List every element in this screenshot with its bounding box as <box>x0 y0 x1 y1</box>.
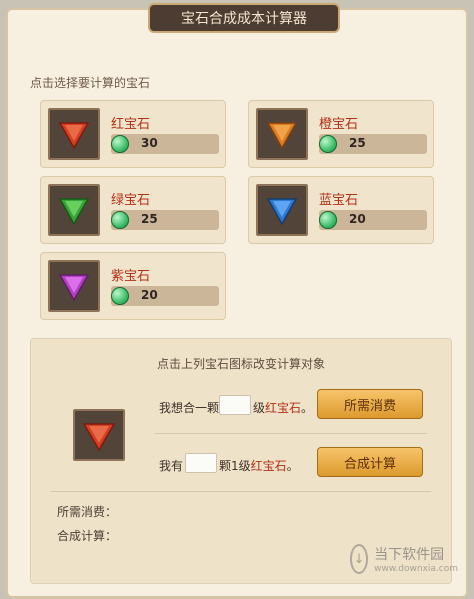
jade-icon <box>111 135 129 153</box>
gem-name: 橙宝石 <box>319 117 359 132</box>
blue-gem-icon <box>266 198 298 226</box>
watermark-main: 当下软件园 <box>374 547 445 563</box>
synthesis-button[interactable]: 合成计算 <box>317 447 423 477</box>
jade-icon <box>111 211 129 229</box>
gem-cost: 25 <box>349 136 366 150</box>
result-cost-label: 所需消费： <box>57 505 118 519</box>
owned-count-input[interactable] <box>185 453 217 473</box>
jade-icon <box>319 135 337 153</box>
gem-name: 红宝石 <box>111 117 151 132</box>
watermark-text: 当下软件园 www.downxia.com <box>374 544 458 574</box>
gem-cost-bar: 20 <box>111 286 219 306</box>
gem-icon-box[interactable] <box>256 108 308 160</box>
purple-gem-icon <box>58 274 90 302</box>
jade-icon <box>319 211 337 229</box>
selected-gem-box <box>73 409 125 461</box>
download-logo-icon: ↓ <box>350 544 369 574</box>
result-synth-label: 合成计算： <box>57 529 118 543</box>
page-title: 宝石合成成本计算器 <box>148 3 340 33</box>
gem-icon-box[interactable] <box>256 184 308 236</box>
calc-title: 点击上列宝石图标改变计算对象 <box>156 357 325 371</box>
line2-prefix: 我有 <box>159 459 184 473</box>
line2-suffix: 颗1级 <box>219 459 251 473</box>
gem-cost-bar: 20 <box>319 210 427 230</box>
owned-count-suffix: 颗1级红宝石。 <box>219 457 299 474</box>
gem-cost: 20 <box>141 288 158 302</box>
line2-gem: 红宝石 <box>250 459 287 473</box>
line2-end: 。 <box>286 459 299 473</box>
site-watermark: ↓ 当下软件园 www.downxia.com <box>350 537 458 581</box>
panel-divider-bottom <box>51 491 431 492</box>
panel-divider <box>155 433 427 434</box>
gem-card-red[interactable]: 红宝石 30 <box>40 100 226 168</box>
target-level-line: 我想合一颗 <box>159 399 219 416</box>
gem-card-green[interactable]: 绿宝石 25 <box>40 176 226 244</box>
cost-button[interactable]: 所需消费 <box>317 389 423 419</box>
gem-icon-box[interactable] <box>48 260 100 312</box>
gem-card-blue[interactable]: 蓝宝石 20 <box>248 176 434 244</box>
orange-gem-icon <box>266 122 298 150</box>
gem-cost: 20 <box>349 212 366 226</box>
synthesis-button-label: 合成计算 <box>343 456 396 472</box>
gem-name: 紫宝石 <box>111 269 151 284</box>
line1-end: 。 <box>301 401 314 415</box>
gem-cost-bar: 25 <box>111 210 219 230</box>
owned-count-line: 我有 <box>159 457 183 474</box>
gem-icon-box[interactable] <box>48 108 100 160</box>
gem-name: 蓝宝石 <box>319 193 359 208</box>
gem-cost-bar: 30 <box>111 134 219 154</box>
watermark-sub: www.downxia.com <box>374 564 458 574</box>
page-title-label: 宝石合成成本计算器 <box>181 11 307 27</box>
gem-section-title: 点击选择要计算的宝石 <box>30 76 151 90</box>
red-gem-icon <box>58 122 90 150</box>
cost-button-label: 所需消费 <box>343 398 396 414</box>
line1-prefix: 我想合一颗 <box>159 401 220 415</box>
gem-card-orange[interactable]: 橙宝石 25 <box>248 100 434 168</box>
gem-cost-bar: 25 <box>319 134 427 154</box>
line1-level: 级 <box>253 401 266 415</box>
gem-icon-box[interactable] <box>48 184 100 236</box>
red-gem-icon <box>82 423 116 452</box>
target-level-input[interactable] <box>219 395 251 415</box>
gem-cost: 30 <box>141 136 158 150</box>
line1-gem: 红宝石 <box>265 401 302 415</box>
jade-icon <box>111 287 129 305</box>
gem-card-purple[interactable]: 紫宝石 20 <box>40 252 226 320</box>
gem-name: 绿宝石 <box>111 193 151 208</box>
green-gem-icon <box>58 198 90 226</box>
gem-cost: 25 <box>141 212 158 226</box>
target-level-suffix: 级红宝石。 <box>253 399 313 416</box>
